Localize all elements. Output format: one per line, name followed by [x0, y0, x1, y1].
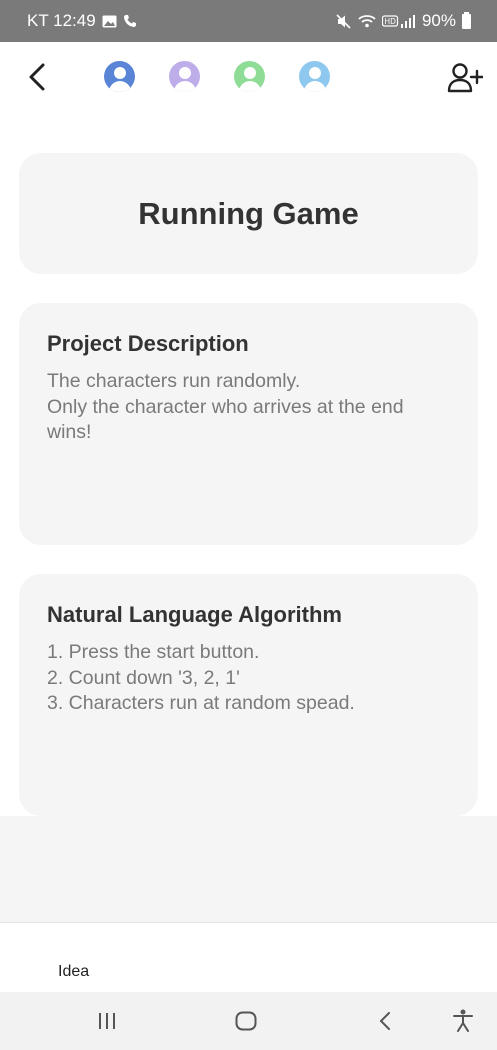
home-button[interactable]: [229, 1005, 263, 1037]
avatar-4[interactable]: [299, 61, 330, 92]
bottom-divider: [0, 922, 497, 923]
phone-icon: [123, 14, 137, 28]
wifi-icon: [358, 14, 376, 28]
algorithm-heading: Natural Language Algorithm: [47, 602, 342, 627]
svg-text:HD: HD: [384, 17, 396, 26]
recent-apps-icon: [99, 1013, 115, 1029]
system-back-button[interactable]: [368, 1005, 402, 1037]
avatar-2[interactable]: [169, 61, 200, 92]
battery-percent: 90%: [421, 11, 456, 30]
project-title: Running Game: [138, 195, 359, 231]
status-bar: KT 12:49 HD 90%: [0, 0, 497, 42]
project-title-card: Running Game: [19, 153, 478, 274]
gallery-icon: [102, 15, 117, 28]
battery-icon: [462, 11, 471, 29]
add-user-button[interactable]: [447, 62, 485, 94]
algorithm-card[interactable]: Natural Language Algorithm 1. Press the …: [19, 574, 478, 816]
accessibility-icon: [453, 1009, 473, 1032]
home-icon: [235, 1011, 257, 1031]
tab-idea[interactable]: Idea: [58, 963, 89, 981]
member-avatars: [104, 61, 330, 92]
back-button[interactable]: [24, 62, 50, 92]
hd-signal-icon: HD: [381, 14, 416, 29]
description-heading: Project Description: [47, 331, 249, 356]
status-left: KT 12:49: [27, 11, 137, 31]
avatar-1[interactable]: [104, 61, 135, 92]
avatar-3[interactable]: [234, 61, 265, 92]
status-right: HD 90%: [336, 11, 471, 31]
mute-icon: [336, 13, 352, 29]
accessibility-button[interactable]: [446, 1005, 480, 1037]
add-user-icon: [447, 63, 485, 93]
carrier-time: KT 12:49: [27, 11, 96, 30]
chevron-left-icon: [380, 1012, 390, 1030]
recent-apps-button[interactable]: [90, 1005, 124, 1037]
algorithm-text: 1. Press the start button. 2. Count down…: [47, 641, 355, 714]
system-nav-bar: [0, 992, 497, 1050]
project-description-card[interactable]: Project Description The characters run r…: [19, 303, 478, 545]
bottom-grey-area: [0, 816, 497, 922]
description-text: The characters run randomly. Only the ch…: [47, 370, 404, 443]
top-nav: [0, 42, 497, 114]
chevron-left-icon: [29, 63, 45, 91]
